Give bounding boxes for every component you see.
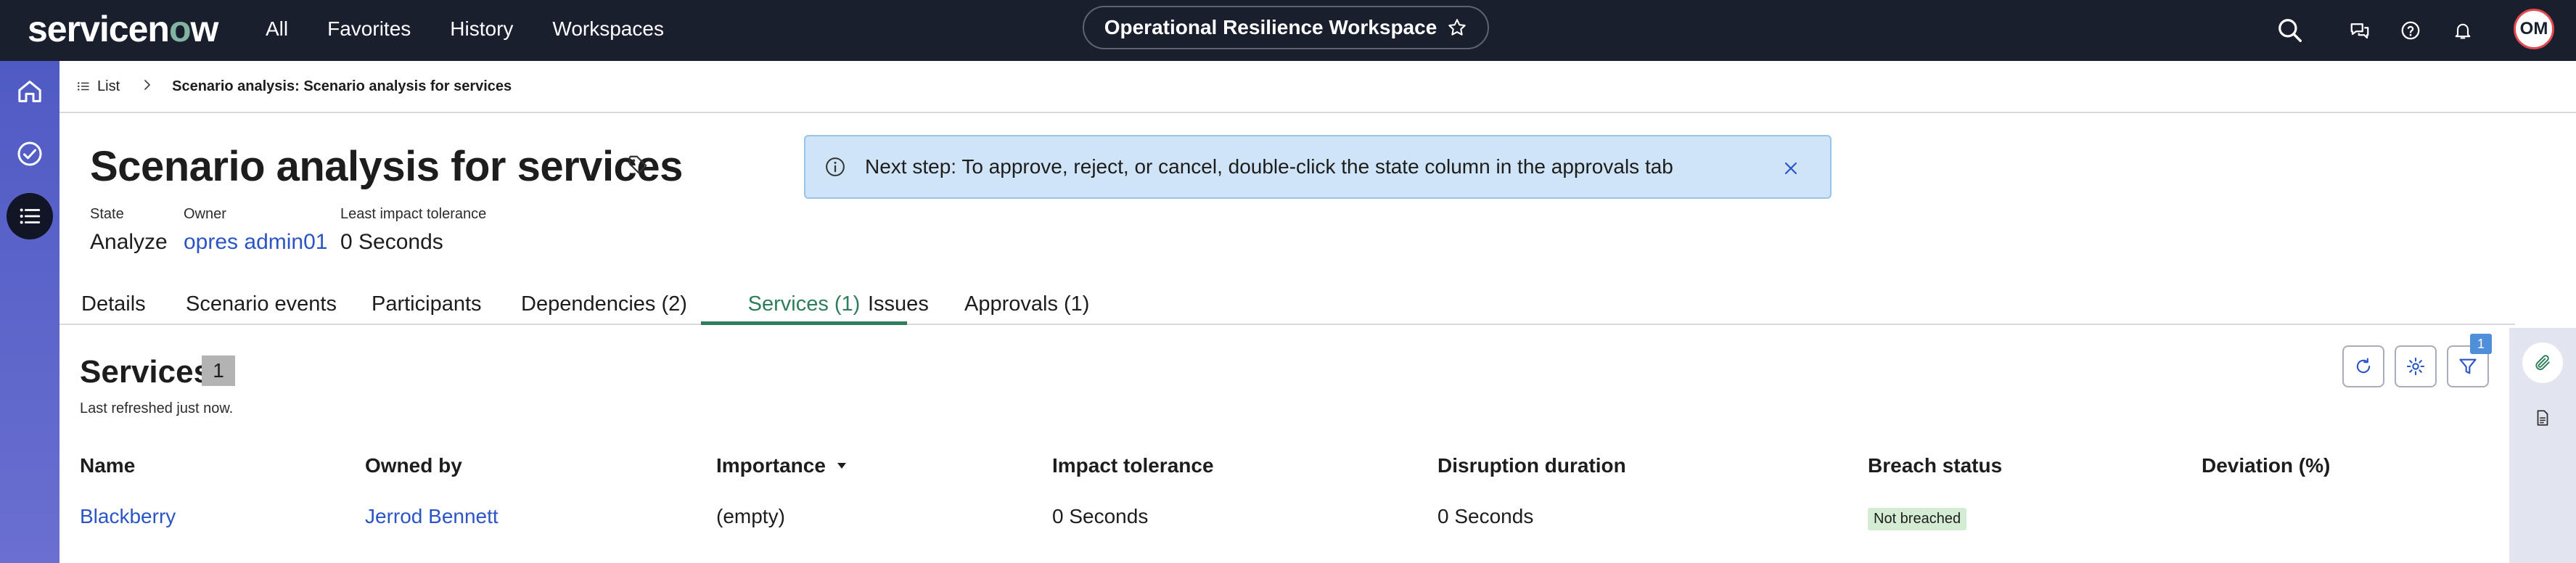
sort-descending-icon: [837, 463, 846, 469]
services-count-badge: 1: [202, 356, 235, 386]
owner-field: Owner opres admin01: [184, 206, 327, 255]
cell-disruption-duration: 0 Seconds: [1437, 505, 1534, 527]
state-label: State: [90, 206, 124, 222]
left-rail: [0, 61, 60, 563]
cell-impact-tolerance: 0 Seconds: [1052, 505, 1149, 527]
servicenow-logo[interactable]: servicenow: [28, 6, 218, 52]
chat-icon[interactable]: [2341, 12, 2379, 49]
help-icon[interactable]: [2392, 12, 2429, 49]
state-field: State Analyze: [90, 206, 168, 255]
checkmark-circle-icon[interactable]: [7, 131, 53, 177]
banner-message: Next step: To approve, reject, or cancel…: [865, 155, 1673, 178]
star-icon[interactable]: [1447, 17, 1467, 38]
tab-participants[interactable]: Participants: [372, 283, 482, 325]
breadcrumb: List Scenario analysis: Scenario analysi…: [60, 61, 2576, 113]
settings-button[interactable]: [2395, 345, 2437, 387]
list-small-icon: [78, 82, 89, 91]
owner-link[interactable]: opres admin01: [184, 230, 327, 254]
refresh-button[interactable]: [2342, 345, 2384, 387]
next-step-banner: Next step: To approve, reject, or cancel…: [804, 135, 1831, 199]
tab-issues[interactable]: Issues: [868, 283, 929, 325]
user-avatar[interactable]: OM: [2514, 9, 2554, 49]
least-impact-tolerance-field: Least impact tolerance 0 Seconds: [340, 206, 486, 255]
column-header-name[interactable]: Name: [80, 454, 135, 477]
chevron-right-icon: [141, 77, 153, 96]
least-impact-tolerance-label: Least impact tolerance: [340, 206, 487, 222]
close-icon[interactable]: [1778, 155, 1804, 181]
cell-owned-by[interactable]: Jerrod Bennett: [365, 505, 499, 528]
tab-scenario-events[interactable]: Scenario events: [186, 283, 337, 325]
column-header-breach-status[interactable]: Breach status: [1868, 454, 2002, 477]
attachment-icon[interactable]: [2522, 342, 2563, 383]
refresh-icon: [2356, 358, 2371, 374]
tab-approvals[interactable]: Approvals (1): [964, 283, 1089, 325]
workspace-title: Operational Resilience Workspace: [1104, 16, 1437, 38]
right-side-rail: [2509, 328, 2576, 563]
tab-dependencies[interactable]: Dependencies (2): [521, 283, 687, 325]
nav-favorites[interactable]: Favorites: [327, 13, 411, 45]
status-badge: Not breached: [1868, 508, 1967, 530]
top-nav-menu: All Favorites History Workspaces: [266, 13, 703, 45]
column-header-owned-by[interactable]: Owned by: [365, 454, 462, 477]
filter-icon: [2459, 358, 2477, 374]
tag-icon[interactable]: [627, 154, 649, 179]
search-icon[interactable]: [2271, 12, 2309, 49]
nav-workspaces[interactable]: Workspaces: [552, 13, 664, 45]
cell-service-name[interactable]: Blackberry: [80, 505, 176, 528]
nav-all[interactable]: All: [266, 13, 288, 45]
tab-details[interactable]: Details: [81, 283, 146, 325]
nav-history[interactable]: History: [450, 13, 513, 45]
breadcrumb-current: Scenario analysis: Scenario analysis for…: [172, 78, 512, 94]
document-icon[interactable]: [2522, 398, 2563, 438]
info-icon: [826, 157, 845, 176]
column-header-deviation[interactable]: Deviation (%): [2202, 454, 2330, 477]
home-icon[interactable]: [7, 68, 53, 115]
state-value: Analyze: [90, 230, 168, 254]
column-header-disruption-duration[interactable]: Disruption duration: [1437, 454, 1626, 477]
column-header-importance-label: Importance: [716, 454, 826, 477]
workspace-selector[interactable]: Operational Resilience Workspace: [1083, 6, 1489, 49]
bell-icon[interactable]: [2444, 12, 2482, 49]
page-title: Scenario analysis for services: [90, 143, 683, 190]
last-refreshed-text: Last refreshed just now.: [80, 400, 234, 416]
filter-count-badge: 1: [2470, 334, 2492, 354]
cell-importance: (empty): [716, 505, 785, 527]
record-tabs: Details Scenario events Participants Dep…: [60, 283, 2515, 325]
list-icon[interactable]: [7, 193, 53, 239]
least-impact-tolerance-value: 0 Seconds: [340, 230, 443, 254]
top-navigation-bar: servicenow All Favorites History Workspa…: [0, 0, 2576, 61]
services-list-title: Services: [80, 354, 212, 390]
breadcrumb-list-link[interactable]: List: [77, 78, 120, 95]
breadcrumb-list-label: List: [97, 78, 120, 94]
gear-icon: [2406, 357, 2425, 376]
column-header-importance[interactable]: Importance: [716, 454, 848, 477]
column-header-impact-tolerance[interactable]: Impact tolerance: [1052, 454, 1214, 477]
owner-label: Owner: [184, 206, 226, 222]
